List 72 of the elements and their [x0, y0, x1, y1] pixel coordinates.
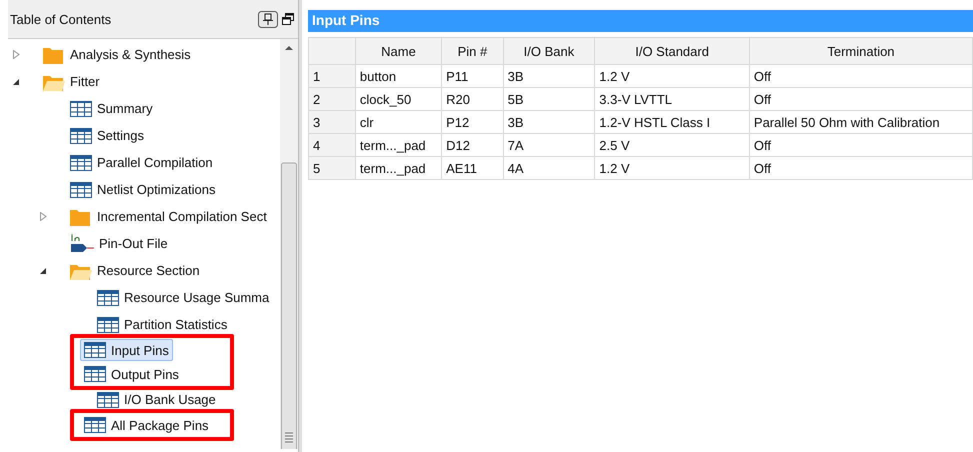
tree-item[interactable]: Netlist Optimizations: [66, 178, 220, 200]
tree-item[interactable]: I/O Bank Usage: [93, 388, 220, 410]
table-cell: AE11: [442, 156, 504, 180]
table-icon: [70, 182, 92, 198]
table-cell: term..._pad: [355, 134, 442, 156]
tree-item[interactable]: Settings: [66, 124, 148, 146]
column-header[interactable]: Pin #: [442, 38, 504, 64]
tree-item[interactable]: Incremental Compilation Sect: [66, 204, 271, 228]
table-cell: Off: [749, 156, 972, 180]
column-header[interactable]: Name: [355, 38, 442, 64]
grid-icon: [70, 100, 92, 116]
table-cell: 5B: [503, 88, 595, 110]
row-number: 2: [308, 88, 356, 110]
expand-arrow-icon[interactable]: [39, 212, 47, 221]
row-number: 4: [308, 134, 356, 156]
table-icon: [97, 290, 119, 306]
column-header[interactable]: I/O Bank: [503, 38, 595, 64]
table-cell: 3B: [503, 64, 595, 88]
column-header[interactable]: I/O Standard: [594, 38, 750, 64]
table-cell: Parallel 50 Ohm with Calibration: [749, 110, 972, 134]
panel-title: Table of Contents: [10, 12, 112, 26]
pin-file-icon: [70, 234, 94, 253]
row-number: 3: [308, 110, 356, 134]
table-icon: [97, 392, 119, 408]
table-cell: Off: [749, 134, 972, 156]
table-cell: 1.2-V HSTL Class I: [594, 110, 750, 134]
folder-icon: [43, 46, 65, 64]
table-cell: term..._pad: [355, 156, 442, 180]
tree-item[interactable]: Pin-Out File: [66, 231, 172, 256]
table-cell: clock_50: [355, 88, 442, 110]
tree-item[interactable]: Parallel Compilation: [66, 152, 217, 174]
tree-item[interactable]: Summary: [66, 98, 157, 120]
table-icon: [70, 154, 92, 170]
tree-item[interactable]: Fitter: [39, 70, 104, 94]
table-cell: button: [355, 64, 442, 88]
table-icon: [84, 417, 106, 433]
scrollbar[interactable]: [280, 39, 298, 449]
table-cell: R20: [442, 88, 504, 110]
table-cell: 1.2 V: [594, 64, 750, 88]
table-icon: [84, 366, 106, 382]
table-cell: 2.5 V: [594, 134, 750, 156]
table-cell: Off: [749, 88, 972, 110]
table-icon: [97, 316, 119, 332]
tree-item[interactable]: Resource Section: [66, 258, 204, 282]
table-cell: P11: [442, 64, 504, 88]
table-cell: D12: [442, 134, 504, 156]
table-cell: 7A: [503, 134, 595, 156]
restore-icon[interactable]: [282, 13, 294, 25]
table-cell: 1.2 V: [594, 156, 750, 180]
tree-item[interactable]: Resource Usage Summa: [93, 286, 274, 308]
tree-item[interactable]: Output Pins: [80, 363, 183, 385]
column-header[interactable]: Termination: [749, 38, 972, 64]
pin-icon[interactable]: [258, 10, 278, 28]
table-cell: 3B: [503, 110, 595, 134]
row-number: 5: [308, 156, 356, 180]
row-number: 1: [308, 64, 356, 88]
tree-item[interactable]: Analysis & Synthesis: [39, 42, 195, 66]
table-cell: 4A: [503, 156, 595, 180]
folder-icon: [70, 208, 92, 226]
tree-item[interactable]: All Package Pins: [80, 414, 213, 436]
expand-arrow-icon[interactable]: [12, 50, 20, 59]
table-cell: clr: [355, 110, 442, 134]
table-cell: Off: [749, 64, 972, 88]
table-cell: P12: [442, 110, 504, 134]
report-title: Input Pins: [308, 10, 973, 32]
tree-item[interactable]: Input Pins: [80, 339, 173, 361]
table-icon: [84, 342, 106, 358]
table-cell: 3.3-V LVTTL: [594, 88, 750, 110]
tree-item[interactable]: Partition Statistics: [93, 314, 232, 336]
collapse-arrow-icon[interactable]: [39, 266, 47, 274]
collapse-arrow-icon[interactable]: [12, 78, 20, 86]
table-icon: [70, 128, 92, 144]
